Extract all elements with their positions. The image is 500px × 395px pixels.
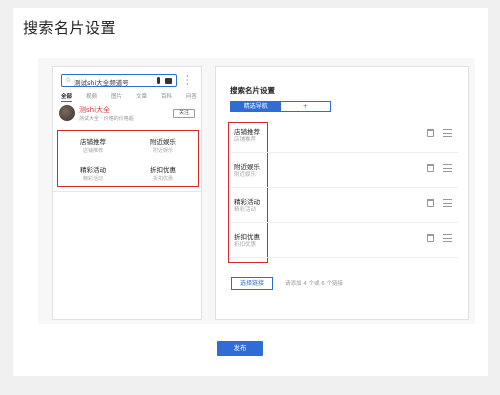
preview-menu-title: 折扣优惠 — [150, 165, 176, 174]
editor-area: ☆ 测试shi大全频道号 · · · 全部 视频 图片 文章 百科 问答 测shi大… — [38, 58, 475, 324]
trash-icon[interactable] — [427, 164, 434, 172]
tab-image[interactable]: 图片 — [111, 92, 122, 102]
account-name: 测shi大全 — [79, 106, 111, 114]
account-card[interactable]: 测shi大全 测试大全 · 价格的价格超 关注 — [59, 105, 199, 123]
publish-button[interactable]: 发布 — [217, 341, 263, 356]
camera-icon[interactable] — [165, 78, 172, 84]
divider — [230, 222, 458, 223]
nav-item-subtitle: 店铺推荐 — [234, 137, 257, 143]
search-query: 测试shi大全频道号 — [74, 79, 129, 87]
follow-button[interactable]: 关注 — [173, 109, 195, 118]
nav-item-subtitle: 折扣优惠 — [234, 242, 257, 248]
preview-menu-item[interactable]: 折扣优惠 折扣优惠 — [128, 159, 198, 187]
nav-tabs: 精选导航 + — [230, 101, 331, 112]
nav-item-subtitle: 附近娱乐 — [234, 172, 257, 178]
tab-qa[interactable]: 问答 — [186, 92, 197, 102]
nav-item[interactable]: 店铺推荐 店铺推荐 — [230, 124, 460, 154]
preview-menu-subtitle: 附近娱乐 — [152, 148, 173, 154]
trash-icon[interactable] — [427, 234, 434, 242]
preview-menu-title: 附近娱乐 — [150, 138, 176, 146]
nav-item[interactable]: 折扣优惠 折扣优惠 — [230, 229, 460, 259]
settings-panel: 搜索名片设置 精选导航 + 店铺推荐 店铺推荐 附近娱乐 附近娱乐 精彩活动 精… — [215, 66, 469, 320]
more-icon[interactable]: · · · — [186, 73, 189, 89]
panel-title: 搜索名片设置 — [230, 86, 275, 95]
preview-menu-grid: 店铺推荐 店铺推荐 附近娱乐 附近娱乐 精彩活动 精彩活动 折扣优惠 折扣优惠 — [57, 130, 199, 187]
drag-handle-icon[interactable] — [443, 129, 452, 137]
divider — [230, 152, 458, 153]
preview-menu-item[interactable]: 附近娱乐 附近娱乐 — [128, 131, 198, 159]
nav-item[interactable]: 精彩活动 精彩活动 — [230, 194, 460, 224]
tab-featured-nav[interactable]: 精选导航 — [231, 102, 281, 111]
settings-page: 搜索名片设置 ☆ 测试shi大全频道号 · · · 全部 视频 图片 文章 百科 问… — [13, 8, 488, 376]
tab-video[interactable]: 视频 — [86, 92, 97, 102]
divider — [230, 187, 458, 188]
nav-item[interactable]: 附近娱乐 附近娱乐 — [230, 159, 460, 189]
hint-text: 请添加 4 个或 6 个链接 — [285, 281, 343, 287]
divider — [53, 191, 201, 192]
preview-menu-item[interactable]: 店铺推荐 店铺推荐 — [58, 131, 128, 159]
account-desc: 测试大全 · 价格的价格超 — [79, 116, 134, 122]
page-title: 搜索名片设置 — [23, 19, 117, 37]
preview-menu-subtitle: 折扣优惠 — [152, 175, 173, 182]
preview-menu-title: 精彩活动 — [80, 165, 106, 174]
drag-handle-icon[interactable] — [443, 234, 452, 242]
divider — [230, 257, 458, 258]
preview-menu-subtitle: 精彩活动 — [82, 175, 103, 182]
avatar — [59, 105, 75, 121]
phone-preview: ☆ 测试shi大全频道号 · · · 全部 视频 图片 文章 百科 问答 测shi大… — [52, 66, 202, 320]
wechat-search-icon: ☆ — [65, 76, 72, 84]
tab-article[interactable]: 文章 — [136, 92, 147, 102]
microphone-icon[interactable] — [157, 77, 160, 84]
tab-wiki[interactable]: 百科 — [161, 92, 172, 102]
add-tab-button[interactable]: + — [281, 102, 331, 111]
search-tabs: 全部 视频 图片 文章 百科 问答 — [61, 92, 197, 102]
select-link-button[interactable]: 选择链接 — [231, 277, 273, 290]
trash-icon[interactable] — [427, 129, 434, 137]
preview-menu-item[interactable]: 精彩活动 精彩活动 — [58, 159, 128, 187]
search-bar[interactable]: ☆ 测试shi大全频道号 — [61, 74, 177, 87]
preview-menu-subtitle: 店铺推荐 — [82, 148, 103, 154]
trash-icon[interactable] — [427, 199, 434, 207]
tab-all[interactable]: 全部 — [61, 92, 73, 102]
drag-handle-icon[interactable] — [443, 164, 452, 172]
drag-handle-icon[interactable] — [443, 199, 452, 207]
preview-menu-title: 店铺推荐 — [80, 138, 106, 146]
nav-item-subtitle: 精彩活动 — [234, 207, 257, 213]
